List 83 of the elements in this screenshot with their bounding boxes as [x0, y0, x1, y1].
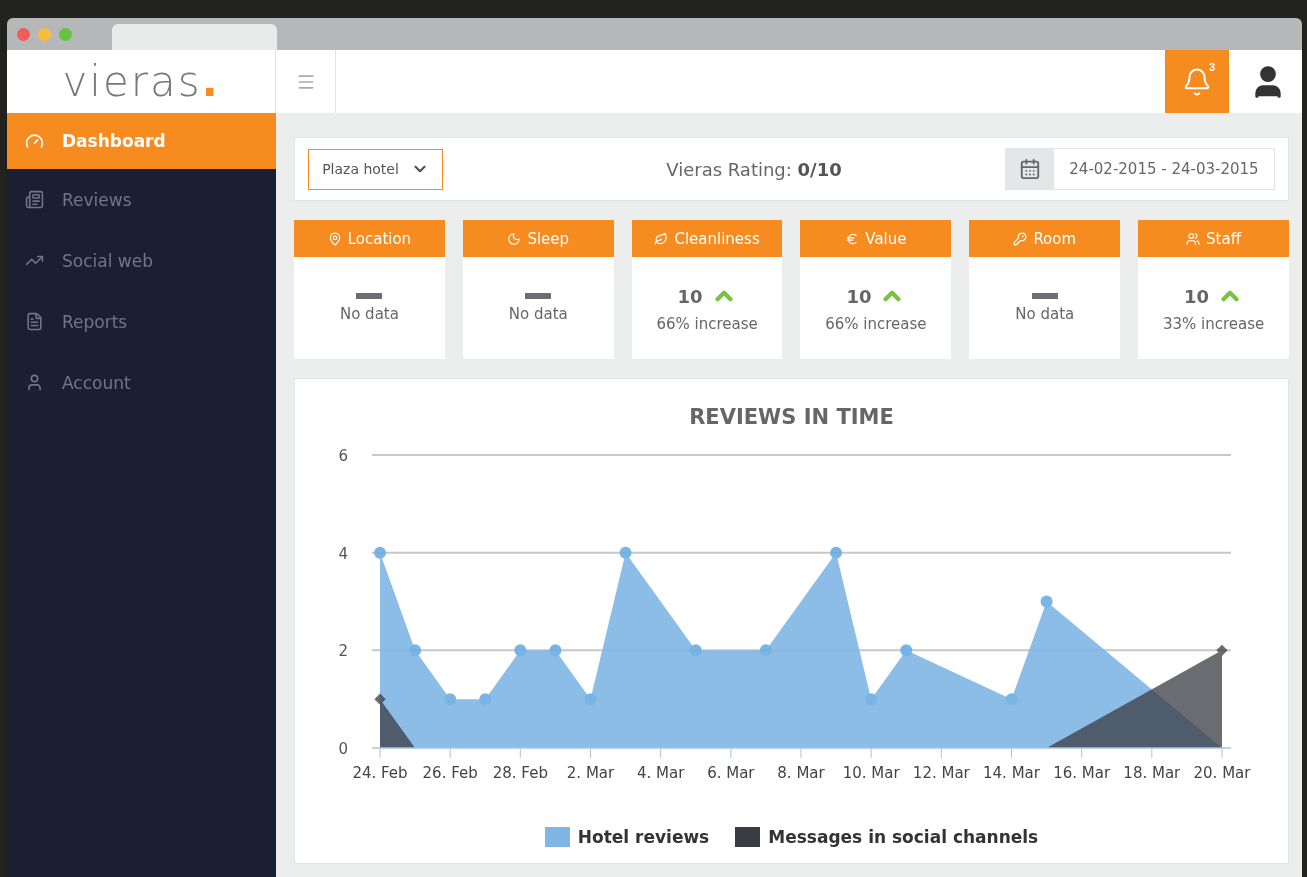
point [374, 546, 386, 559]
card-text: No data [339, 305, 399, 323]
point [1216, 644, 1228, 656]
axis-label: 26. Feb [422, 764, 478, 782]
newspaper-icon [25, 190, 44, 209]
legend-item[interactable]: Hotel reviews [544, 827, 710, 847]
point [549, 644, 562, 657]
calendar-icon [1019, 158, 1041, 180]
document-icon [25, 312, 44, 331]
card-title-text: Room [1033, 229, 1077, 248]
dash-icon [525, 293, 552, 299]
point [409, 644, 422, 657]
card-text: No data [508, 305, 568, 323]
card-text: 33% increase [1162, 315, 1265, 333]
hotel-select[interactable]: Plaza hotel [308, 148, 443, 190]
card-title-text: Cleanliness [674, 229, 760, 248]
axis-label: 20. Mar [1193, 764, 1251, 782]
gauge-icon [25, 131, 44, 151]
notifications-button[interactable]: 3 [1165, 50, 1229, 113]
axis-label: 28. Feb [492, 764, 548, 782]
axis-label: 0 [338, 740, 348, 758]
sidebar-item[interactable]: Account [7, 352, 276, 413]
notification-count: 3 [1208, 61, 1215, 73]
score-value: 10 [1184, 285, 1210, 307]
axis-label: 6 [338, 447, 348, 465]
card-title-text: Sleep [527, 229, 570, 248]
map-pin-icon [327, 231, 342, 246]
axis-label: 18. Mar [1123, 764, 1181, 782]
axis-label: 4. Mar [636, 764, 685, 782]
point [865, 693, 878, 706]
score-value: 10 [677, 285, 703, 307]
minimize-icon[interactable] [38, 27, 51, 41]
card-text: 66% increase [656, 315, 758, 333]
sidebar-item[interactable]: Reviews [7, 169, 276, 230]
sidebar-item[interactable]: Dashboard [7, 113, 276, 169]
axis-label: 16. Mar [1053, 764, 1111, 782]
leaf-icon [654, 231, 669, 246]
axis-label: 6. Mar [707, 764, 755, 782]
axis-label: 14. Mar [983, 764, 1040, 782]
point [514, 644, 527, 657]
score-value: 10 [846, 285, 872, 307]
card-title-text: Location [347, 229, 412, 248]
moon-icon [507, 231, 522, 246]
axis-label: 2. Mar [566, 764, 615, 782]
sidebar-item[interactable]: Social web [7, 230, 276, 291]
euro-icon [845, 231, 860, 246]
point [444, 693, 457, 706]
dash-icon [1031, 293, 1058, 299]
sidebar-item[interactable]: Reports [7, 291, 276, 352]
logo: vieras. [62, 57, 220, 106]
axis-label: 2 [338, 642, 348, 661]
date-range-field[interactable]: 24-02-2015 - 24-03-2015 [1005, 148, 1275, 190]
point [1040, 595, 1053, 608]
point [479, 693, 492, 706]
close-icon[interactable] [17, 27, 30, 41]
people-icon [1186, 231, 1201, 246]
card-title-text: Staff [1206, 229, 1242, 248]
axis-label: 10. Mar [842, 764, 900, 782]
dash-icon [356, 293, 383, 299]
maximize-icon[interactable] [59, 27, 72, 41]
legend-swatch [544, 827, 570, 847]
point [900, 644, 913, 657]
key-icon [1013, 231, 1028, 246]
point [689, 644, 702, 657]
axis-label: 8. Mar [777, 764, 825, 782]
rating-text: Vieras Rating: 0/10 [666, 158, 842, 180]
browser-tab[interactable] [112, 24, 277, 50]
point [759, 644, 772, 657]
card-title-text: Value [865, 229, 907, 248]
card-text: No data [1015, 305, 1075, 323]
point [830, 546, 843, 559]
point [374, 693, 386, 705]
chart-title: REVIEWS IN TIME [689, 405, 894, 429]
point [619, 546, 632, 559]
point [584, 693, 597, 706]
legend-item[interactable]: Messages in social channels [735, 827, 1039, 847]
point [1005, 693, 1018, 706]
card-text: 66% increase [825, 315, 927, 333]
axis-label: 12. Mar [912, 764, 970, 782]
legend-swatch [735, 827, 761, 847]
axis-label: 24. Feb [352, 764, 408, 782]
axis-label: 4 [338, 544, 348, 563]
person-icon [25, 373, 44, 392]
